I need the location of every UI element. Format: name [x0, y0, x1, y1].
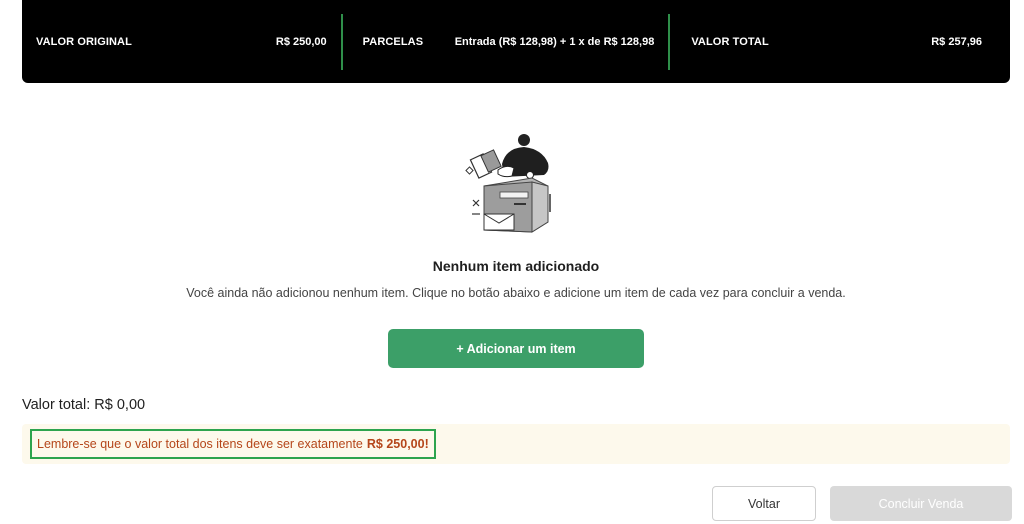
installments-value: Entrada (R$ 128,98) + 1 x de R$ 128,98 [454, 35, 655, 48]
total-label: Valor total: [22, 397, 91, 413]
total-value-line: Valor total: R$ 0,00 [22, 397, 145, 413]
original-value-amount: R$ 250,00 [275, 35, 327, 48]
warning-text: Lembre-se que o valor total dos itens de… [37, 437, 363, 451]
original-value-cell: VALOR ORIGINAL R$ 250,00 [22, 14, 341, 70]
original-value-label: VALOR ORIGINAL [36, 35, 132, 48]
empty-box-illustration [464, 130, 564, 234]
installments-label: PARCELAS [362, 35, 424, 48]
total-value-cell: VALOR TOTAL R$ 257,96 [670, 14, 1010, 70]
add-item-button[interactable]: + Adicionar um item [388, 329, 644, 368]
empty-state-title: Nenhum item adicionado [432, 258, 600, 274]
installments-cell: PARCELAS Entrada (R$ 128,98) + 1 x de R$… [343, 14, 669, 70]
empty-state-description: Você ainda não adicionou nenhum item. Cl… [186, 286, 846, 300]
total-value-label: VALOR TOTAL [691, 35, 769, 48]
total-amount: R$ 0,00 [94, 397, 146, 413]
warning-banner: Lembre-se que o valor total dos itens de… [22, 424, 1010, 464]
finish-sale-button[interactable]: Concluir Venda [830, 486, 1012, 521]
back-button[interactable]: Voltar [712, 486, 816, 521]
warning-message: Lembre-se que o valor total dos itens de… [30, 429, 436, 459]
payment-summary-bar: VALOR ORIGINAL R$ 250,00 PARCELAS Entrad… [22, 0, 1010, 83]
total-value-amount: R$ 257,96 [931, 35, 982, 48]
warning-amount: R$ 250,00! [366, 437, 429, 451]
